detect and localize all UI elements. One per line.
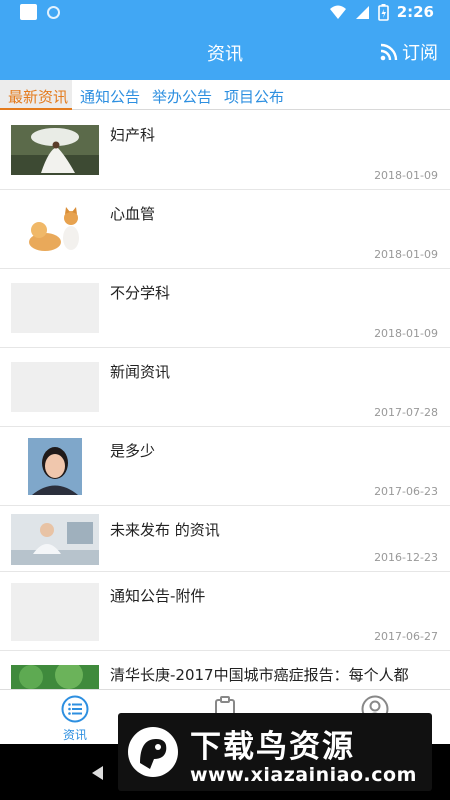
news-date: 2016-12-23 bbox=[374, 551, 438, 564]
news-item[interactable]: 是多少 2017-06-23 bbox=[0, 427, 450, 506]
news-item[interactable]: 妇产科 2018-01-09 bbox=[0, 111, 450, 190]
news-thumbnail bbox=[11, 204, 99, 254]
news-thumbnail-placeholder bbox=[11, 583, 99, 641]
tab-event-announcements[interactable]: 举办公告 bbox=[144, 80, 216, 110]
app-bar: 资讯 订阅 bbox=[0, 24, 450, 80]
news-date: 2018-01-09 bbox=[374, 169, 438, 182]
news-item[interactable]: 不分学科 2018-01-09 bbox=[0, 269, 450, 348]
news-item[interactable]: 通知公告-附件 2017-06-27 bbox=[0, 572, 450, 651]
tab-latest-news[interactable]: 最新资讯 bbox=[0, 80, 73, 110]
news-date: 2017-07-28 bbox=[374, 406, 438, 419]
watermark-url: www.xiazainiao.com bbox=[190, 764, 417, 786]
bird-logo-icon bbox=[128, 727, 178, 777]
sync-icon bbox=[47, 5, 60, 19]
watermark-title: 下载鸟资源 bbox=[190, 729, 355, 765]
news-title: 通知公告-附件 bbox=[110, 587, 206, 605]
back-icon[interactable] bbox=[92, 766, 103, 780]
watermark-overlay: 下载鸟资源 www.xiazainiao.com bbox=[118, 713, 432, 791]
category-tabs: 最新资讯 通知公告 举办公告 项目公布 bbox=[0, 80, 450, 110]
news-title: 新闻资讯 bbox=[110, 363, 171, 381]
news-date: 2018-01-09 bbox=[374, 248, 438, 261]
news-thumbnail-placeholder bbox=[11, 362, 99, 412]
news-item[interactable]: 未来发布 的资讯 2016-12-23 bbox=[0, 506, 450, 572]
subscribe-label: 订阅 bbox=[402, 43, 438, 64]
news-list: 妇产科 2018-01-09 心血管 2018-01-09 不分学科 2018-… bbox=[0, 111, 450, 689]
news-title: 不分学科 bbox=[110, 284, 171, 302]
news-title: 是多少 bbox=[110, 442, 156, 460]
tab-notices[interactable]: 通知公告 bbox=[72, 80, 144, 110]
news-date: 2017-06-27 bbox=[374, 630, 438, 643]
status-bar: 2:26 bbox=[0, 0, 450, 24]
notification-icon bbox=[20, 4, 37, 20]
tab-project-announcements[interactable]: 项目公布 bbox=[216, 80, 288, 110]
news-date: 2017-06-23 bbox=[374, 485, 438, 498]
news-list-icon bbox=[61, 695, 89, 723]
battery-icon bbox=[377, 3, 389, 21]
status-time: 2:26 bbox=[396, 3, 434, 21]
cellular-icon bbox=[355, 6, 369, 19]
news-item[interactable]: 心血管 2018-01-09 bbox=[0, 190, 450, 269]
news-item[interactable]: 新闻资讯 2017-07-28 bbox=[0, 348, 450, 427]
news-thumbnail bbox=[11, 125, 99, 175]
news-thumbnail bbox=[28, 438, 82, 495]
news-title: 未来发布 的资讯 bbox=[110, 521, 220, 539]
news-title: 妇产科 bbox=[110, 126, 156, 144]
news-title: 清华长庚-2017中国城市癌症报告：每个人都 bbox=[110, 666, 409, 684]
news-item[interactable]: 清华长庚-2017中国城市癌症报告：每个人都 bbox=[0, 651, 450, 689]
news-thumbnail bbox=[11, 665, 99, 689]
news-thumbnail bbox=[11, 514, 99, 565]
news-title: 心血管 bbox=[110, 205, 156, 223]
news-date: 2018-01-09 bbox=[374, 327, 438, 340]
wifi-icon bbox=[329, 5, 346, 19]
rss-icon bbox=[380, 43, 398, 61]
news-thumbnail-placeholder bbox=[11, 283, 99, 333]
subscribe-button[interactable]: 订阅 bbox=[380, 39, 438, 65]
